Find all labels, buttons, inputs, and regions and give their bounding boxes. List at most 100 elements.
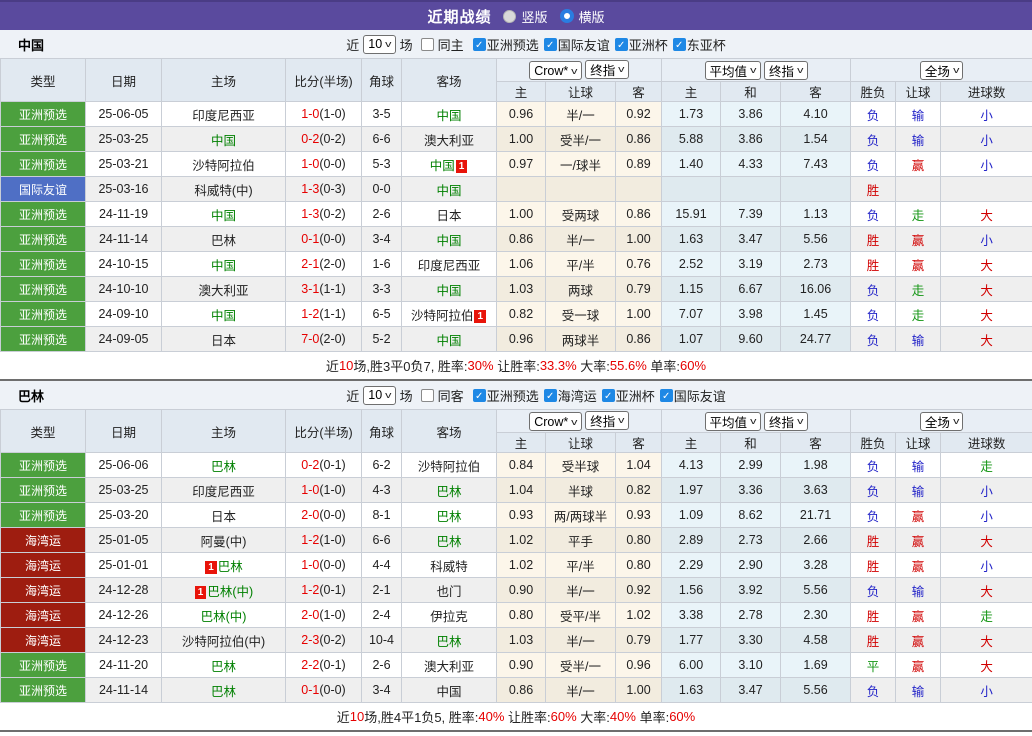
red-card-badge: 1 — [205, 560, 217, 574]
avg-draw-cell: 3.92 — [720, 577, 782, 603]
filter-bar: 巴林 近 10 v 场 同客 ✓ 亚洲预选 ✓ 海湾运 ✓ 亚洲杯 ✓ 国际友谊 — [0, 381, 1032, 409]
league-checkbox-checked[interactable]: ✓ — [614, 37, 628, 51]
league-filter[interactable]: ✓ 海湾运 — [543, 386, 597, 405]
summary-text: 近 — [325, 359, 339, 374]
avg-time-select[interactable]: 终指 v — [764, 411, 808, 431]
home-team-cell: 巴林 — [161, 677, 286, 703]
handicap-cell: 半球 — [545, 477, 616, 503]
avg-home-cell: 1.63 — [661, 677, 722, 703]
odds-time-select[interactable]: 终指 v — [585, 410, 629, 430]
col-away: 客场 — [401, 58, 497, 102]
team-label: 科威特 — [430, 559, 468, 574]
same-venue-checkbox[interactable] — [420, 37, 434, 51]
home-team-cell: 日本 — [161, 502, 286, 528]
match-row: 海湾运 24-12-23 沙特阿拉伯(中) 2-3(0-2) 10-4 巴林 1.03 半/一… — [0, 627, 1032, 653]
odds-away-cell: 0.80 — [614, 527, 663, 553]
competition-badge: 海湾运 — [0, 627, 86, 653]
col-result-wl: 胜负 — [850, 81, 897, 102]
summary-text: 大率: — [576, 359, 610, 374]
halftime-score: (0-0) — [319, 232, 346, 246]
avg-time-select[interactable]: 终指 v — [764, 60, 808, 80]
summary-text: 让胜率: — [493, 359, 540, 374]
home-team-cell: 印度尼西亚 — [161, 477, 286, 503]
away-team-cell: 中国 — [401, 101, 497, 127]
result-handicap-cell: 走 — [895, 301, 942, 327]
halftime-score: (0-0) — [319, 683, 346, 697]
halftime-score: (0-1) — [319, 583, 346, 597]
match-count-select[interactable]: 10 v — [363, 34, 396, 54]
result-goals-cell: 小 — [940, 552, 1032, 578]
league-filter[interactable]: ✓ 亚洲杯 — [614, 35, 668, 54]
away-team-cell: 巴林 — [401, 527, 497, 553]
summary-stat-value: 30% — [467, 358, 494, 373]
avg-home-cell: 2.29 — [661, 552, 722, 578]
avg-source-select[interactable]: 平均值 v — [704, 60, 761, 80]
league-filter[interactable]: ✓ 亚洲杯 — [601, 386, 655, 405]
league-checkbox-checked[interactable]: ✓ — [543, 388, 557, 402]
competition-badge: 亚洲预选 — [0, 251, 86, 277]
radio-horizontal[interactable]: 横版 — [559, 7, 605, 26]
match-row: 亚洲预选 24-09-10 中国 1-2(1-1) 6-5 沙特阿拉伯 1 0.82 受一球 1.… — [0, 301, 1032, 327]
odds-source-select[interactable]: Crow* v — [529, 412, 582, 432]
fulltime-score: 0-1 — [301, 232, 320, 246]
radio-vertical-icon[interactable] — [503, 9, 517, 23]
league-checkbox-checked[interactable]: ✓ — [472, 388, 486, 402]
league-checkbox-checked[interactable]: ✓ — [472, 37, 486, 51]
league-checkbox-checked[interactable]: ✓ — [543, 37, 557, 51]
result-wl-cell: 胜 — [850, 226, 897, 252]
away-team-cell: 澳大利亚 — [401, 652, 497, 678]
odds-time-select[interactable]: 终指 v — [585, 59, 629, 79]
fulltime-score: 1-3 — [301, 182, 320, 196]
full-match-select[interactable]: 全场 v — [919, 60, 964, 80]
radio-vertical[interactable]: 竖版 — [503, 7, 548, 26]
avg-home-cell: 1.56 — [661, 577, 722, 603]
league-checkbox-checked[interactable]: ✓ — [672, 37, 686, 51]
home-team-cell: 中国 — [161, 126, 286, 152]
score-cell: 2-3(0-2) — [285, 627, 362, 653]
match-row: 亚洲预选 25-03-25 印度尼西亚 1-0(1-0) 4-3 巴林 1.04 半球 0.82… — [0, 477, 1032, 503]
league-filter[interactable]: ✓ 亚洲预选 — [472, 386, 539, 405]
league-filter[interactable]: ✓ 国际友谊 — [659, 386, 726, 405]
match-row: 亚洲预选 24-11-20 巴林 2-2(0-1) 2-6 澳大利亚 0.90 受半/一 0.9… — [0, 652, 1032, 678]
chevron-down-icon: v — [618, 64, 625, 75]
corner-cell: 5-3 — [361, 151, 402, 177]
competition-badge: 国际友谊 — [0, 176, 86, 202]
league-checkbox-checked[interactable]: ✓ — [601, 388, 615, 402]
match-row: 亚洲预选 25-03-25 中国 0-2(0-2) 6-6 澳大利亚 1.00 受半/一 0.8… — [0, 126, 1032, 152]
match-count-select[interactable]: 10 v — [363, 385, 396, 405]
home-team-cell: 沙特阿拉伯(中) — [161, 627, 286, 653]
corner-cell: 4-3 — [361, 477, 402, 503]
halftime-score: (0-2) — [319, 633, 346, 647]
home-team-cell: 1 巴林(中) — [161, 577, 286, 603]
result-goals-cell: 大 — [940, 527, 1032, 553]
team-label: 中国 — [436, 283, 462, 298]
date-cell: 25-06-05 — [85, 101, 162, 127]
col-odds-away: 客 — [614, 81, 663, 102]
col-avg-away: 客 — [780, 432, 852, 453]
summary-stat-value: 60% — [680, 358, 707, 373]
handicap-cell: 平/半 — [545, 251, 616, 277]
avg-home-cell: 1.97 — [661, 477, 722, 503]
league-filter[interactable]: ✓ 亚洲预选 — [472, 35, 539, 54]
score-cell: 1-0(1-0) — [285, 477, 362, 503]
full-match-select[interactable]: 全场 v — [919, 411, 964, 431]
radio-selected-icon[interactable] — [559, 9, 574, 23]
avg-source-select[interactable]: 平均值 v — [704, 411, 761, 431]
halftime-score: (0-3) — [319, 182, 346, 196]
avg-away-cell: 1.45 — [780, 301, 852, 327]
odds-source-select[interactable]: Crow* v — [529, 61, 582, 81]
league-filter[interactable]: ✓ 东亚杯 — [672, 35, 726, 54]
handicap-cell: 平/半 — [545, 552, 616, 578]
fulltime-score: 3-1 — [301, 282, 320, 296]
result-handicap-cell: 输 — [895, 677, 942, 703]
avg-draw-cell: 2.99 — [720, 452, 782, 478]
avg-draw-cell: 7.39 — [720, 201, 782, 227]
score-cell: 1-0(1-0) — [285, 101, 362, 127]
halftime-score: (2-0) — [319, 257, 346, 271]
league-checkbox-checked[interactable]: ✓ — [659, 388, 673, 402]
same-venue-checkbox[interactable] — [420, 388, 434, 402]
home-team-cell: 巴林(中) — [161, 602, 286, 628]
league-filter[interactable]: ✓ 国际友谊 — [543, 35, 610, 54]
corner-cell: 6-2 — [361, 452, 402, 478]
col-result-handicap: 让球 — [895, 432, 942, 453]
